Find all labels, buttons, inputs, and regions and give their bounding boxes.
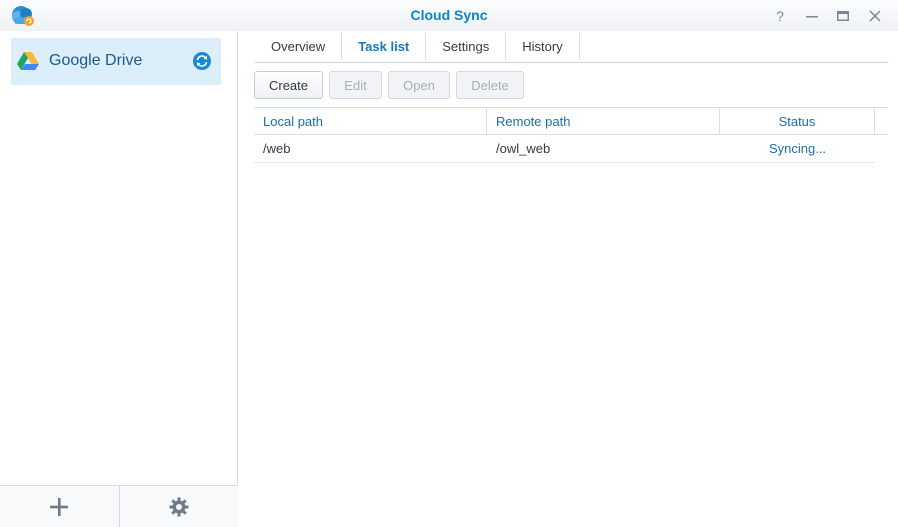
- open-button[interactable]: Open: [388, 71, 450, 99]
- edit-button[interactable]: Edit: [329, 71, 382, 99]
- title-bar: Cloud Sync ?: [0, 0, 898, 31]
- column-header-remote-path[interactable]: Remote path: [487, 108, 720, 134]
- column-header-status[interactable]: Status: [720, 108, 875, 134]
- create-button[interactable]: Create: [254, 71, 323, 99]
- cell-local-path: /web: [263, 141, 291, 156]
- maximize-icon[interactable]: [833, 6, 853, 26]
- sync-icon: [193, 52, 211, 70]
- plus-icon: [50, 497, 69, 516]
- gear-icon: [169, 497, 189, 516]
- toolbar: Create Edit Open Delete: [254, 71, 524, 99]
- close-icon[interactable]: [865, 6, 885, 26]
- table-row[interactable]: /web /owl_web Syncing...: [254, 135, 875, 163]
- column-header-local-path[interactable]: Local path: [254, 108, 487, 134]
- sidebar-item-google-drive[interactable]: Google Drive: [11, 38, 221, 85]
- google-drive-icon: [17, 52, 39, 70]
- table-header: Local path Remote path Status: [254, 107, 888, 135]
- tab-task-list[interactable]: Task list: [342, 33, 427, 60]
- task-table: Local path Remote path Status /web /owl_…: [254, 107, 888, 163]
- tab-overview[interactable]: Overview: [255, 33, 343, 60]
- sidebar-item-label: Google Drive: [49, 52, 143, 69]
- sidebar: Google Drive: [0, 31, 238, 527]
- tab-bar: Overview Task list Settings History: [255, 31, 888, 63]
- minimize-icon[interactable]: [802, 6, 822, 26]
- tab-history[interactable]: History: [506, 33, 580, 60]
- add-provider-button[interactable]: [0, 486, 119, 527]
- cell-status: Syncing...: [768, 141, 827, 156]
- sidebar-footer: [0, 485, 238, 527]
- window-title: Cloud Sync: [410, 7, 488, 23]
- cell-remote-path: /owl_web: [496, 141, 551, 156]
- settings-button[interactable]: [118, 486, 239, 527]
- tab-settings[interactable]: Settings: [426, 33, 507, 60]
- help-icon[interactable]: ?: [770, 6, 790, 26]
- delete-button[interactable]: Delete: [456, 71, 524, 99]
